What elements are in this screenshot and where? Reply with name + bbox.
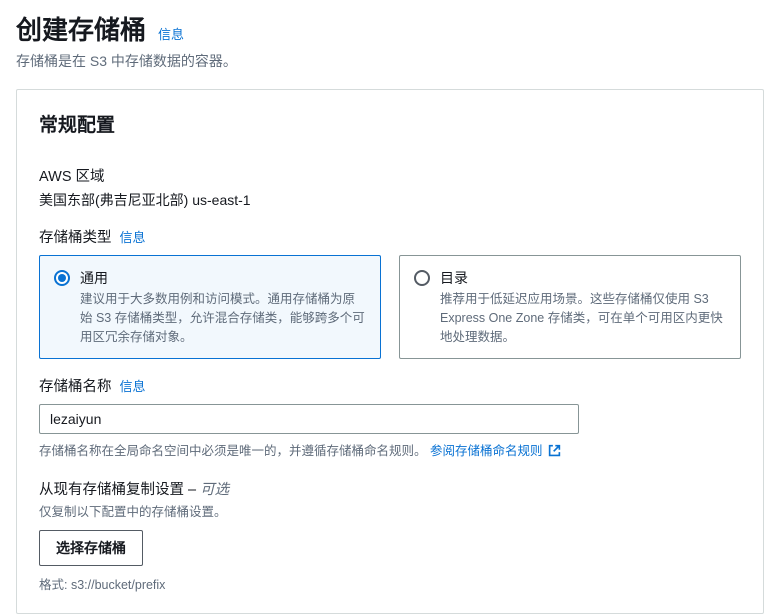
radio-icon — [54, 270, 70, 286]
radio-icon — [414, 270, 430, 286]
bucket-type-option-directory[interactable]: 目录 推荐用于低延迟应用场景。这些存储桶仅使用 S3 Express One Z… — [399, 255, 741, 359]
external-link-icon — [548, 444, 561, 460]
naming-rules-link[interactable]: 参阅存储桶命名规则 — [430, 444, 561, 458]
bucket-name-input[interactable] — [39, 404, 579, 434]
bucket-type-info-link[interactable]: 信息 — [120, 227, 146, 246]
radio-desc: 推荐用于低延迟应用场景。这些存储桶仅使用 S3 Express One Zone… — [440, 290, 726, 346]
region-label: AWS 区域 — [39, 165, 741, 186]
bucket-type-radio-group: 通用 建议用于大多数用例和访问模式。通用存储桶为原始 S3 存储桶类型，允许混合… — [39, 255, 741, 359]
region-value: 美国东部(弗吉尼亚北部) us-east-1 — [39, 190, 741, 210]
format-hint: 格式: s3://bucket/prefix — [39, 574, 741, 593]
page-subtitle: 存储桶是在 S3 中存储数据的容器。 — [16, 51, 764, 71]
bucket-type-label: 存储桶类型 — [39, 226, 112, 247]
radio-title: 通用 — [80, 268, 366, 288]
panel-title: 常规配置 — [39, 110, 741, 137]
bucket-type-option-general[interactable]: 通用 建议用于大多数用例和访问模式。通用存储桶为原始 S3 存储桶类型，允许混合… — [39, 255, 381, 359]
bucket-name-label: 存储桶名称 — [39, 375, 112, 396]
bucket-name-info-link[interactable]: 信息 — [120, 376, 146, 395]
general-config-panel: 常规配置 AWS 区域 美国东部(弗吉尼亚北部) us-east-1 存储桶类型… — [16, 89, 764, 614]
copy-settings-heading: 从现有存储桶复制设置 – 可选 — [39, 478, 741, 499]
choose-bucket-button[interactable]: 选择存储桶 — [39, 530, 143, 566]
radio-desc: 建议用于大多数用例和访问模式。通用存储桶为原始 S3 存储桶类型，允许混合存储类… — [80, 290, 366, 346]
page-title: 创建存储桶 — [16, 10, 146, 47]
copy-settings-sub: 仅复制以下配置中的存储桶设置。 — [39, 501, 741, 520]
bucket-name-hint: 存储桶名称在全局命名空间中必须是唯一的，并遵循存储桶命名规则。 参阅存储桶命名规… — [39, 440, 741, 460]
radio-title: 目录 — [440, 268, 726, 288]
page-info-link[interactable]: 信息 — [158, 24, 184, 43]
